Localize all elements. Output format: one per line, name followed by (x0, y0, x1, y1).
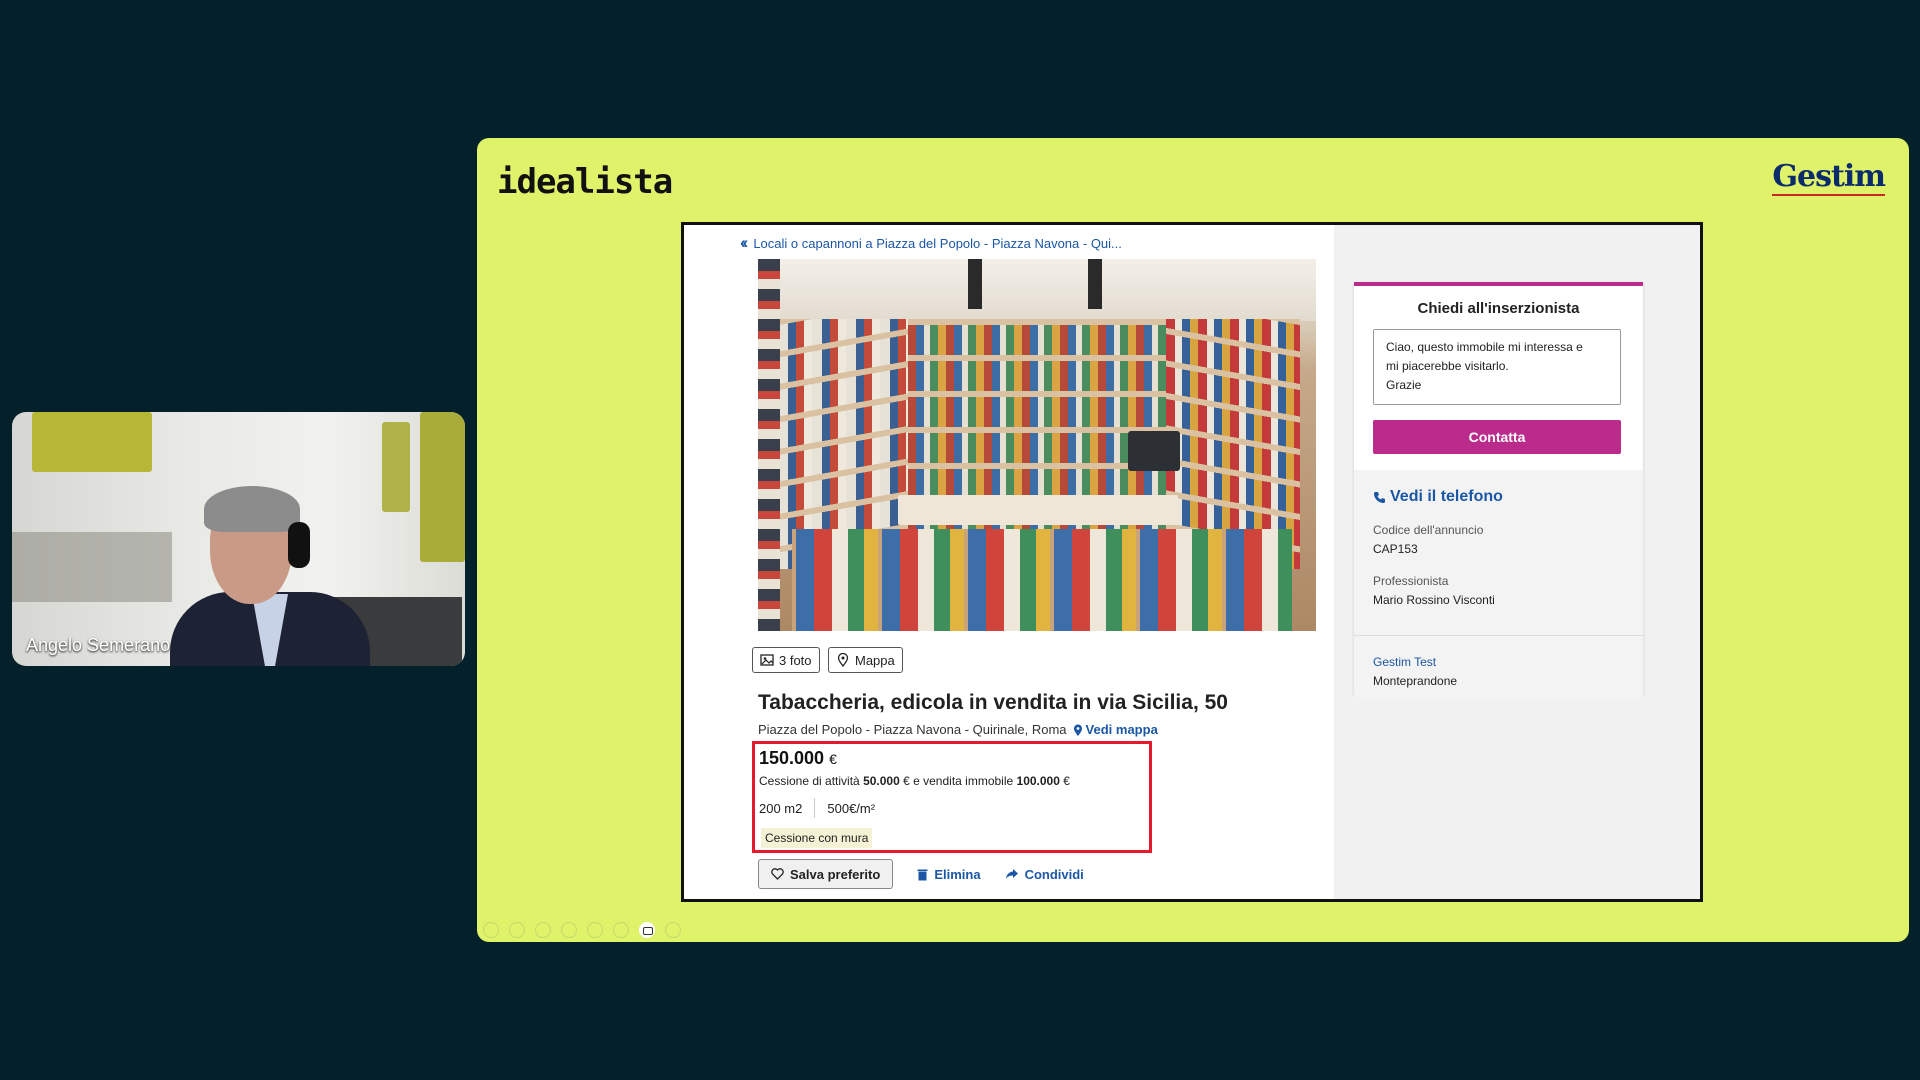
contact-title: Chiedi all'inserzionista (1417, 300, 1580, 317)
participant-figure (170, 486, 370, 666)
save-favorite-button[interactable]: Salva preferito (758, 859, 894, 889)
gestim-logo: Gestim (1772, 159, 1886, 196)
photo-light-rail (1088, 259, 1102, 309)
agency-link[interactable]: Gestim Test (1373, 655, 1436, 669)
photo-edge-shelf (758, 259, 780, 631)
listing-code-value: CAP153 (1373, 542, 1418, 556)
advertiser-details: Vedi il telefono Codice dell'annuncio CA… (1354, 470, 1643, 699)
breakdown-business-amount: 50.000 (863, 774, 900, 788)
double-chevron-left-icon: ‹‹ (740, 233, 749, 252)
listing-location: Piazza del Popolo - Piazza Navona - Quir… (758, 722, 1158, 737)
photos-button-label: 3 foto (779, 652, 812, 668)
contact-button[interactable]: Contatta (1373, 420, 1621, 454)
image-icon (760, 654, 774, 666)
photos-button[interactable]: 3 foto (752, 647, 820, 673)
participant-hair (204, 486, 300, 532)
contact-card: Chiedi all'inserzionista Ciao, questo im… (1354, 282, 1643, 699)
professional-label: Professionista (1373, 574, 1449, 588)
background-panel (420, 412, 465, 562)
view-map-label: Vedi mappa (1085, 722, 1158, 737)
delete-label: Elimina (934, 866, 981, 882)
background-shelf (12, 532, 172, 602)
presentation-toolbar (483, 922, 681, 938)
listing-photo[interactable] (758, 259, 1316, 631)
breadcrumb[interactable]: ‹‹ Locali o capannoni a Piazza del Popol… (740, 233, 1122, 253)
background-panel (32, 412, 152, 472)
divider (1354, 635, 1643, 636)
toolbar-icon[interactable] (535, 922, 551, 938)
price-currency: € (829, 751, 837, 767)
photo-ceiling (758, 259, 1316, 321)
price-highlight-box: 150.000 € Cessione di attività 50.000 € … (752, 741, 1152, 853)
save-favorite-label: Salva preferito (790, 866, 881, 882)
feature-area: 200 m2 (759, 800, 803, 816)
feature-divider (814, 798, 816, 818)
listing-main: ‹‹ Locali o capannoni a Piazza del Popol… (684, 225, 1334, 899)
view-map-link[interactable]: Vedi mappa (1073, 722, 1158, 737)
breadcrumb-text: Locali o capannoni a Piazza del Popolo -… (753, 235, 1122, 251)
show-phone-label: Vedi il telefono (1390, 488, 1503, 505)
toolbar-icon[interactable] (665, 922, 681, 938)
camera-icon[interactable] (639, 922, 655, 938)
listing-screenshot: ‹‹ Locali o capannoni a Piazza del Popol… (681, 222, 1703, 902)
location-text: Piazza del Popolo - Piazza Navona - Quir… (758, 722, 1067, 737)
photo-light-rail (968, 259, 982, 309)
background-panel (382, 422, 410, 512)
breakdown-middle: € e vendita immobile (903, 774, 1014, 788)
photo-register (1128, 431, 1180, 471)
map-button[interactable]: Mappa (828, 647, 903, 673)
map-button-label: Mappa (855, 652, 895, 668)
toolbar-icon[interactable] (613, 922, 629, 938)
listing-features: 200 m2 500€/m² (759, 798, 875, 818)
listing-price: 150.000 € (759, 748, 837, 769)
idealista-logo: idealista (497, 162, 673, 202)
listing-code-label: Codice dell'annuncio (1373, 523, 1484, 537)
breakdown-property-amount: 100.000 (1016, 774, 1060, 788)
toolbar-icon[interactable] (587, 922, 603, 938)
professional-value: Mario Rossino Visconti (1373, 593, 1495, 607)
heart-icon (771, 868, 784, 880)
listing-title: Tabaccheria, edicola in vendita in via S… (758, 691, 1228, 714)
share-icon (1005, 869, 1018, 879)
toolbar-icon[interactable] (509, 922, 525, 938)
toolbar-icon[interactable] (561, 922, 577, 938)
agency-city: Monteprandone (1373, 674, 1458, 688)
photo-counter (898, 495, 1178, 525)
price-breakdown: Cessione di attività 50.000 € e vendita … (759, 774, 1070, 788)
message-textarea[interactable]: Ciao, questo immobile mi interessa e mi … (1373, 329, 1621, 405)
headset-icon (288, 522, 310, 568)
participant-video-tile[interactable]: Angelo Semerano (12, 412, 465, 666)
participant-name: Angelo Semerano (26, 635, 171, 655)
map-pin-icon (837, 653, 849, 667)
share-button[interactable]: Condividi (1005, 867, 1084, 882)
delete-button[interactable]: Elimina (917, 866, 981, 882)
breakdown-suffix: € (1063, 774, 1070, 788)
map-pin-icon (1073, 724, 1082, 736)
share-label: Condividi (1024, 866, 1084, 882)
shared-slide: idealista Gestim ‹‹ Locali o capannoni a… (477, 138, 1909, 942)
show-phone-link[interactable]: Vedi il telefono (1373, 488, 1503, 506)
toolbar-icon[interactable] (483, 922, 499, 938)
phone-icon (1374, 491, 1385, 503)
trash-icon (917, 869, 928, 880)
photo-magazine-rack (792, 529, 1292, 631)
feature-price-per-m2: 500€/m² (827, 800, 876, 816)
breakdown-prefix: Cessione di attività (759, 774, 860, 788)
listing-tag: Cessione con mura (761, 828, 873, 848)
listing-actions: Salva preferito Elimina Condividi (758, 859, 1084, 889)
price-value: 150.000 (759, 748, 825, 768)
